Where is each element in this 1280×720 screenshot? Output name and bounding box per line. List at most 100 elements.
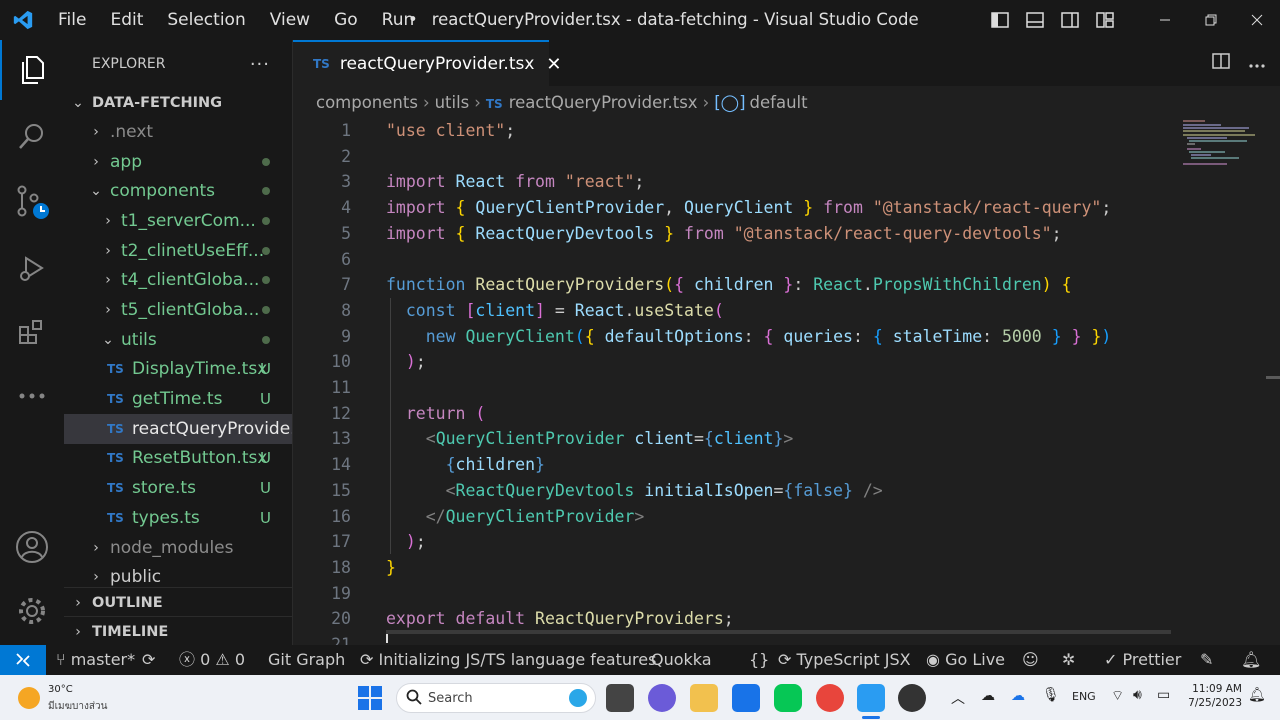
quokka-button[interactable]: Quokka [651,645,712,675]
status-bar: ⑂ master* ⟳ ⓧ 0 ⚠ 0 Git Graph ⟳ Initiali… [0,645,1280,675]
language-mode[interactable]: ⟳ TypeScript JSX [778,645,911,675]
explorer-icon[interactable] [0,40,64,100]
language-braces[interactable]: {} [749,645,769,675]
tree-file-reactqueryprovider[interactable]: TS reactQueryProvide... [64,414,292,444]
sync-icon[interactable]: ⟳ [142,645,155,675]
taskbar-search-box[interactable]: Search [396,683,596,713]
input-language[interactable]: ENG [1072,690,1096,703]
notifications-bell-icon[interactable]: 🔔︎ [1241,645,1261,675]
tab-reactqueryprovider[interactable]: TS reactQueryProvider.tsx ✕ [293,40,562,86]
problems-indicator[interactable]: ⓧ 0 ⚠ 0 [179,645,245,675]
menu-view[interactable]: View [258,10,322,30]
breadcrumb-symbol-default[interactable]: default [750,93,808,112]
chevron-right-icon: › [105,272,111,288]
line-number: 17 [331,532,351,552]
tree-file-types[interactable]: TS types.ts U [64,503,292,533]
menu-go[interactable]: Go [322,10,370,30]
outline-section[interactable]: › OUTLINE [64,587,292,618]
tray-cloud-icon[interactable]: ☁ [981,688,995,704]
file-explorer-icon[interactable] [690,684,718,712]
minimize-icon[interactable] [1142,0,1188,40]
window-title: • reactQueryProvider.tsx - data-fetching … [408,0,919,40]
tree-folder-next[interactable]: › .next [64,117,292,147]
battery-icon[interactable]: ▭ [1157,687,1170,703]
start-button-icon[interactable] [358,686,382,710]
tree-folder-node-modules[interactable]: › node_modules [64,533,292,563]
toggle-primary-sidebar-icon[interactable] [982,0,1017,40]
tree-folder-t1[interactable]: › t1_serverCom... [64,206,292,236]
git-graph-button[interactable]: Git Graph [268,645,345,675]
tree-file-displaytime[interactable]: TS DisplayTime.tsx U [64,354,292,384]
tray-microphone-icon[interactable]: 🎙︎ [1042,687,1060,703]
scrollbar-thumb[interactable] [1266,376,1280,379]
volume-icon[interactable]: 🔊︎ [1133,687,1142,703]
split-editor-icon[interactable] [1212,53,1230,73]
remote-indicator-icon[interactable] [0,645,46,675]
tree-file-resetbutton[interactable]: TS ResetButton.tsx U [64,443,292,473]
explorer-more-actions[interactable]: ··· [250,54,270,75]
customize-layout-icon[interactable] [1087,0,1122,40]
go-live-button[interactable]: ◉ Go Live [926,645,1005,675]
chrome-icon[interactable] [816,684,844,712]
menu-edit[interactable]: Edit [98,10,155,30]
run-debug-icon[interactable] [0,238,64,298]
line-app-icon[interactable] [774,684,802,712]
jetbrains-app-icon[interactable] [732,684,760,712]
search-icon[interactable] [0,106,64,166]
task-view-icon[interactable] [606,684,634,712]
close-window-icon[interactable] [1234,0,1280,40]
wifi-icon[interactable]: ⌔ [1111,687,1124,705]
menu-file[interactable]: File [46,10,98,30]
clock[interactable]: 11:09 AM 7/25/2023 [1186,683,1242,709]
feedback-icon[interactable]: ✎ [1200,645,1213,675]
window-title-text: reactQueryProvider.tsx - data-fetching -… [431,10,919,29]
close-tab-icon[interactable]: ✕ [546,54,561,75]
tree-folder-app[interactable]: › app [64,147,292,177]
tree-item-label: app [110,152,142,172]
git-modified-dot [262,306,270,314]
tray-onedrive-icon[interactable]: ☁ [1011,688,1025,704]
horizontal-scrollbar[interactable] [386,630,1171,634]
settings-gear-icon[interactable] [0,581,64,641]
vscode-taskbar-icon[interactable] [857,684,885,712]
source-control-icon[interactable] [0,172,64,232]
copilot-icon[interactable]: ☺ [1022,645,1039,675]
git-modified-dot [262,187,270,195]
weather-widget[interactable]: 30°C มีเมฆบางส่วน [18,683,138,713]
minimap[interactable] [1183,118,1263,168]
tree-folder-t2[interactable]: › t2_clinetUseEff... [64,236,292,266]
menu-overflow-dot[interactable]: • [408,10,418,29]
timeline-section[interactable]: › TIMELINE [64,616,292,645]
git-branch[interactable]: ⑂ master* [56,645,135,675]
menu-selection[interactable]: Selection [155,10,257,30]
accounts-icon[interactable] [0,517,64,577]
tree-item-label: types.ts [132,508,200,528]
language-status[interactable]: ⟳ Initializing JS/TS language features [360,645,656,675]
tree-folder-t4[interactable]: › t4_clientGloba... [64,265,292,295]
breadcrumb-components[interactable]: components [316,93,418,112]
tree-file-store[interactable]: TS store.ts U [64,473,292,503]
vertical-scrollbar[interactable] [1266,118,1280,645]
code-line-12: return ( [405,403,486,423]
breadcrumb-file[interactable]: reactQueryProvider.tsx [509,93,698,112]
tree-folder-utils[interactable]: ⌄ utils [64,325,292,355]
extensions-icon[interactable] [0,302,64,362]
restore-icon[interactable] [1188,0,1234,40]
tree-file-gettime[interactable]: TS getTime.ts U [64,384,292,414]
extension-gear-icon[interactable]: ✲ [1062,645,1075,675]
prettier-button[interactable]: ✓ Prettier [1104,645,1181,675]
title-bar-actions [982,0,1280,40]
toggle-panel-icon[interactable] [1017,0,1052,40]
tree-folder-t5[interactable]: › t5_clientGloba... [64,295,292,325]
warning-icon: ⚠ [215,650,230,669]
tree-folder-components[interactable]: ⌄ components [64,176,292,206]
more-actions-icon[interactable] [1248,54,1266,73]
workspace-root[interactable]: ⌄ DATA-FETCHING [64,88,292,118]
obs-icon[interactable] [898,684,926,712]
toggle-secondary-sidebar-icon[interactable] [1052,0,1087,40]
teams-chat-icon[interactable] [648,684,676,712]
notification-center-icon[interactable]: 🔔︎ [1248,687,1266,703]
breadcrumb-utils[interactable]: utils [435,93,470,112]
more-views-icon[interactable] [0,366,64,426]
tray-chevron-up-icon[interactable]: ︿ [951,688,965,708]
